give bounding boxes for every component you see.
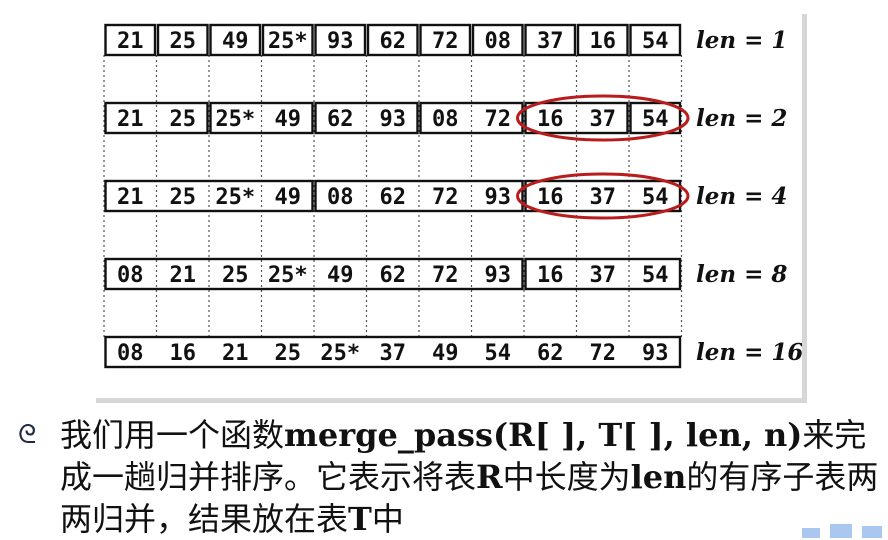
element-value: 62 xyxy=(380,263,407,288)
len-label: len = 2 xyxy=(696,105,787,132)
element-value: 49 xyxy=(432,341,459,366)
element-value: 25 xyxy=(170,29,197,54)
element-value: 21 xyxy=(117,107,144,132)
element-value: 08 xyxy=(485,29,512,54)
merge-pass-figure: 21 25 49 25* 93 62 72 08 37 16 54 len = 1 21 25 25* 49 6… xyxy=(103,23,802,369)
element-value: 93 xyxy=(380,107,407,132)
element-value: 49 xyxy=(222,29,249,54)
element-value: 21 xyxy=(117,29,144,54)
element-value: 62 xyxy=(537,341,564,366)
element-value: 25* xyxy=(215,107,255,132)
element-value: 25* xyxy=(215,185,255,210)
element-value: 54 xyxy=(485,341,512,366)
element-value: 54 xyxy=(642,29,669,54)
element-value: 72 xyxy=(432,29,459,54)
caption-part1: 我们用一个函数 xyxy=(60,416,285,454)
element-value: 37 xyxy=(380,341,407,366)
element-value: 37 xyxy=(537,29,564,54)
element-value: 49 xyxy=(275,107,302,132)
element-value: 16 xyxy=(170,341,197,366)
element-value: 54 xyxy=(642,185,669,210)
element-value: 62 xyxy=(380,29,407,54)
element-value: 25* xyxy=(320,341,360,366)
element-value: 25* xyxy=(268,263,308,288)
element-value: 16 xyxy=(590,29,617,54)
element-value: 08 xyxy=(117,341,144,366)
element-value: 37 xyxy=(590,107,617,132)
element-value: 25 xyxy=(170,185,197,210)
element-value: 08 xyxy=(117,263,144,288)
logo-icon xyxy=(802,524,882,538)
caption-part3: 中长度为 xyxy=(502,458,631,496)
caption-text: 我们用一个函数merge_pass(R[ ], T[ ], len, n)来完成… xyxy=(60,414,888,540)
element-value: 21 xyxy=(222,341,249,366)
len-label: len = 4 xyxy=(696,183,787,210)
caption-t: T xyxy=(348,500,372,538)
element-value: 72 xyxy=(432,263,459,288)
element-value: 16 xyxy=(537,263,564,288)
element-value: 25* xyxy=(268,29,308,54)
bullet-icon: ᘓ xyxy=(18,420,37,450)
element-value: 08 xyxy=(327,185,354,210)
element-value: 16 xyxy=(537,185,564,210)
element-value: 72 xyxy=(432,185,459,210)
element-value: 49 xyxy=(275,185,302,210)
sublist-box xyxy=(104,257,524,291)
element-value: 93 xyxy=(485,185,512,210)
element-value: 16 xyxy=(537,107,564,132)
element-value: 93 xyxy=(485,263,512,288)
element-value: 08 xyxy=(432,107,459,132)
element-value: 37 xyxy=(590,185,617,210)
element-value: 25 xyxy=(170,107,197,132)
element-value: 54 xyxy=(642,263,669,288)
caption-r: R xyxy=(476,458,503,496)
element-value: 25 xyxy=(275,341,302,366)
caption-func: merge_pass(R[ ], T[ ], len, n) xyxy=(284,416,803,454)
element-value: 62 xyxy=(380,185,407,210)
len-label: len = 16 xyxy=(696,339,802,366)
merge-sort-diagram: 21 25 49 25* 93 62 72 08 37 16 54 len = 1 21 25 25* 49 6… xyxy=(96,14,807,403)
element-value: 37 xyxy=(590,263,617,288)
element-value: 54 xyxy=(642,107,669,132)
element-value: 93 xyxy=(327,29,354,54)
element-value: 62 xyxy=(327,107,354,132)
element-value: 21 xyxy=(117,185,144,210)
element-value: 21 xyxy=(170,263,197,288)
element-value: 49 xyxy=(327,263,354,288)
element-value: 25 xyxy=(222,263,249,288)
caption-part5: 中 xyxy=(371,500,404,538)
element-value: 93 xyxy=(642,341,669,366)
element-value: 72 xyxy=(485,107,512,132)
len-label: len = 8 xyxy=(696,261,787,288)
caption-len: len xyxy=(630,458,687,496)
element-value: 72 xyxy=(590,341,617,366)
len-label: len = 1 xyxy=(696,27,787,54)
